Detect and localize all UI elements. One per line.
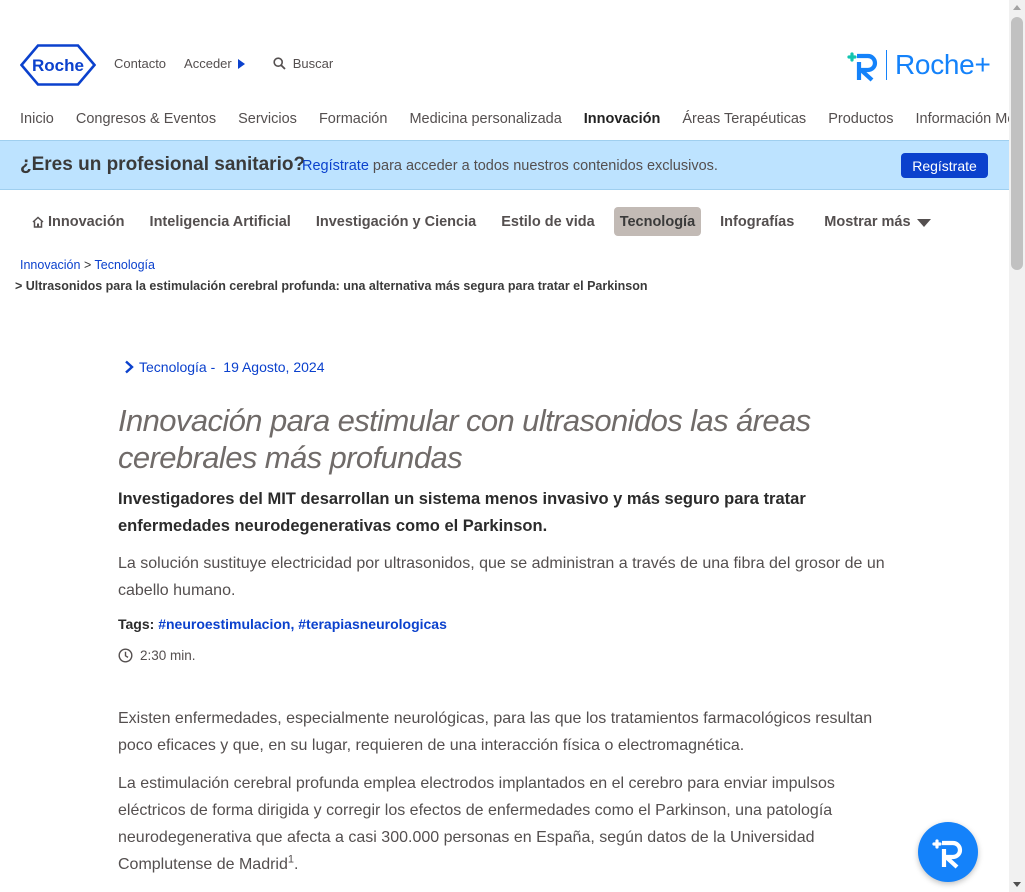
tag-link[interactable]: #terapiasneurologicas bbox=[298, 616, 447, 632]
professional-banner: ¿Eres un profesional sanitario? Regístra… bbox=[0, 140, 1009, 190]
tags-label: Tags: bbox=[118, 616, 159, 632]
article-lead: La solución sustituye electricidad por u… bbox=[118, 555, 885, 599]
chevron-right-icon bbox=[125, 360, 134, 374]
article-meta: Tecnología - 19 Agosto, 2024 bbox=[124, 359, 324, 375]
main-nav-medicina[interactable]: Medicina personalizada bbox=[409, 111, 561, 127]
roche-plus-divider bbox=[886, 50, 887, 80]
register-button[interactable]: Regístrate bbox=[901, 153, 988, 178]
roche-plus-r-icon bbox=[932, 839, 963, 869]
article-subtitle: Investigadores del MIT desarrollan un si… bbox=[118, 490, 806, 535]
read-time-value: 2:30 min. bbox=[140, 648, 196, 663]
paragraph-end: . bbox=[294, 856, 299, 873]
main-nav-productos[interactable]: Productos bbox=[828, 111, 893, 127]
main-nav: Inicio Congresos & Eventos Servicios For… bbox=[20, 111, 1025, 127]
roche-plus-text: Roche+ bbox=[895, 49, 991, 80]
home-icon bbox=[32, 215, 44, 228]
main-nav-servicios[interactable]: Servicios bbox=[238, 111, 297, 127]
sub-nav: Innovación Inteligencia Artificial Inves… bbox=[32, 207, 931, 236]
banner-description: para acceder a todos nuestros contenidos… bbox=[368, 158, 718, 174]
roche-plus-logo[interactable]: Roche+ bbox=[846, 48, 991, 82]
top-links: Contacto Acceder Buscar bbox=[114, 56, 333, 71]
acceder-label: Acceder bbox=[184, 56, 232, 71]
caret-right-icon bbox=[237, 58, 245, 69]
banner-title: ¿Eres un profesional sanitario? bbox=[20, 154, 306, 175]
sub-nav-innovacion-label: Innovación bbox=[48, 213, 125, 230]
search-button[interactable]: Buscar bbox=[273, 56, 333, 71]
site-header: Roche Contacto Acceder Buscar Roche+ Ini… bbox=[0, 0, 1025, 140]
roche-plus-float-button[interactable] bbox=[918, 822, 978, 882]
breadcrumb-current: > Ultrasonidos para la estimulación cere… bbox=[15, 279, 648, 293]
show-more-button[interactable]: Mostrar más bbox=[824, 213, 931, 230]
article-title: Innovación para estimular con ultrasonid… bbox=[118, 403, 811, 475]
tag-link[interactable]: #neuroestimulacion bbox=[158, 616, 290, 632]
clock-icon bbox=[118, 648, 133, 663]
article-category[interactable]: Tecnología - bbox=[139, 359, 215, 375]
caret-down-icon bbox=[916, 218, 931, 227]
breadcrumb-separator: > bbox=[83, 258, 92, 272]
breadcrumb-root[interactable]: Innovación bbox=[20, 258, 80, 272]
sub-nav-tecnologia[interactable]: Tecnología bbox=[613, 207, 702, 236]
sub-nav-ia[interactable]: Inteligencia Artificial bbox=[150, 207, 291, 236]
main-nav-inicio[interactable]: Inicio bbox=[20, 111, 54, 127]
main-nav-congresos[interactable]: Congresos & Eventos bbox=[76, 111, 216, 127]
paragraph-text: La estimulación cerebral profunda emplea… bbox=[118, 775, 835, 873]
roche-logo-text: Roche bbox=[32, 56, 84, 75]
roche-logo-icon[interactable]: Roche bbox=[20, 44, 96, 86]
roche-plus-r-icon bbox=[847, 52, 878, 82]
scrollbar[interactable] bbox=[1009, 0, 1025, 892]
breadcrumb: Innovación > Tecnología bbox=[20, 258, 155, 272]
sub-nav-investigacion[interactable]: Investigación y Ciencia bbox=[316, 207, 476, 236]
scroll-up-icon[interactable] bbox=[1013, 5, 1021, 10]
show-more-label: Mostrar más bbox=[824, 213, 911, 230]
breadcrumb-section[interactable]: Tecnología bbox=[95, 258, 155, 272]
banner-text: Regístrate para acceder a todos nuestros… bbox=[302, 158, 718, 174]
scroll-down-icon[interactable] bbox=[1013, 882, 1021, 887]
sub-nav-innovacion[interactable]: Innovación bbox=[32, 207, 125, 236]
scrollbar-thumb[interactable] bbox=[1011, 17, 1023, 270]
acceder-link[interactable]: Acceder bbox=[184, 56, 245, 71]
read-time: 2:30 min. bbox=[118, 648, 196, 663]
article-paragraph: Existen enfermedades, especialmente neur… bbox=[118, 710, 873, 754]
contacto-link[interactable]: Contacto bbox=[114, 56, 166, 71]
search-label: Buscar bbox=[292, 56, 334, 71]
article-paragraph: La estimulación cerebral profunda emplea… bbox=[118, 770, 898, 878]
banner-register-link[interactable]: Regístrate bbox=[302, 158, 369, 174]
main-nav-innovacion[interactable]: Innovación bbox=[584, 111, 661, 127]
main-nav-areas[interactable]: Áreas Terapéuticas bbox=[682, 111, 806, 127]
sub-nav-infografias[interactable]: Infografías bbox=[720, 207, 794, 236]
article-tags: Tags: #neuroestimulacion, #terapiasneuro… bbox=[118, 616, 447, 632]
search-icon bbox=[273, 57, 286, 70]
main-nav-formacion[interactable]: Formación bbox=[319, 111, 388, 127]
sub-nav-estilo[interactable]: Estilo de vida bbox=[501, 207, 594, 236]
article-date: 19 Agosto, 2024 bbox=[223, 359, 325, 375]
